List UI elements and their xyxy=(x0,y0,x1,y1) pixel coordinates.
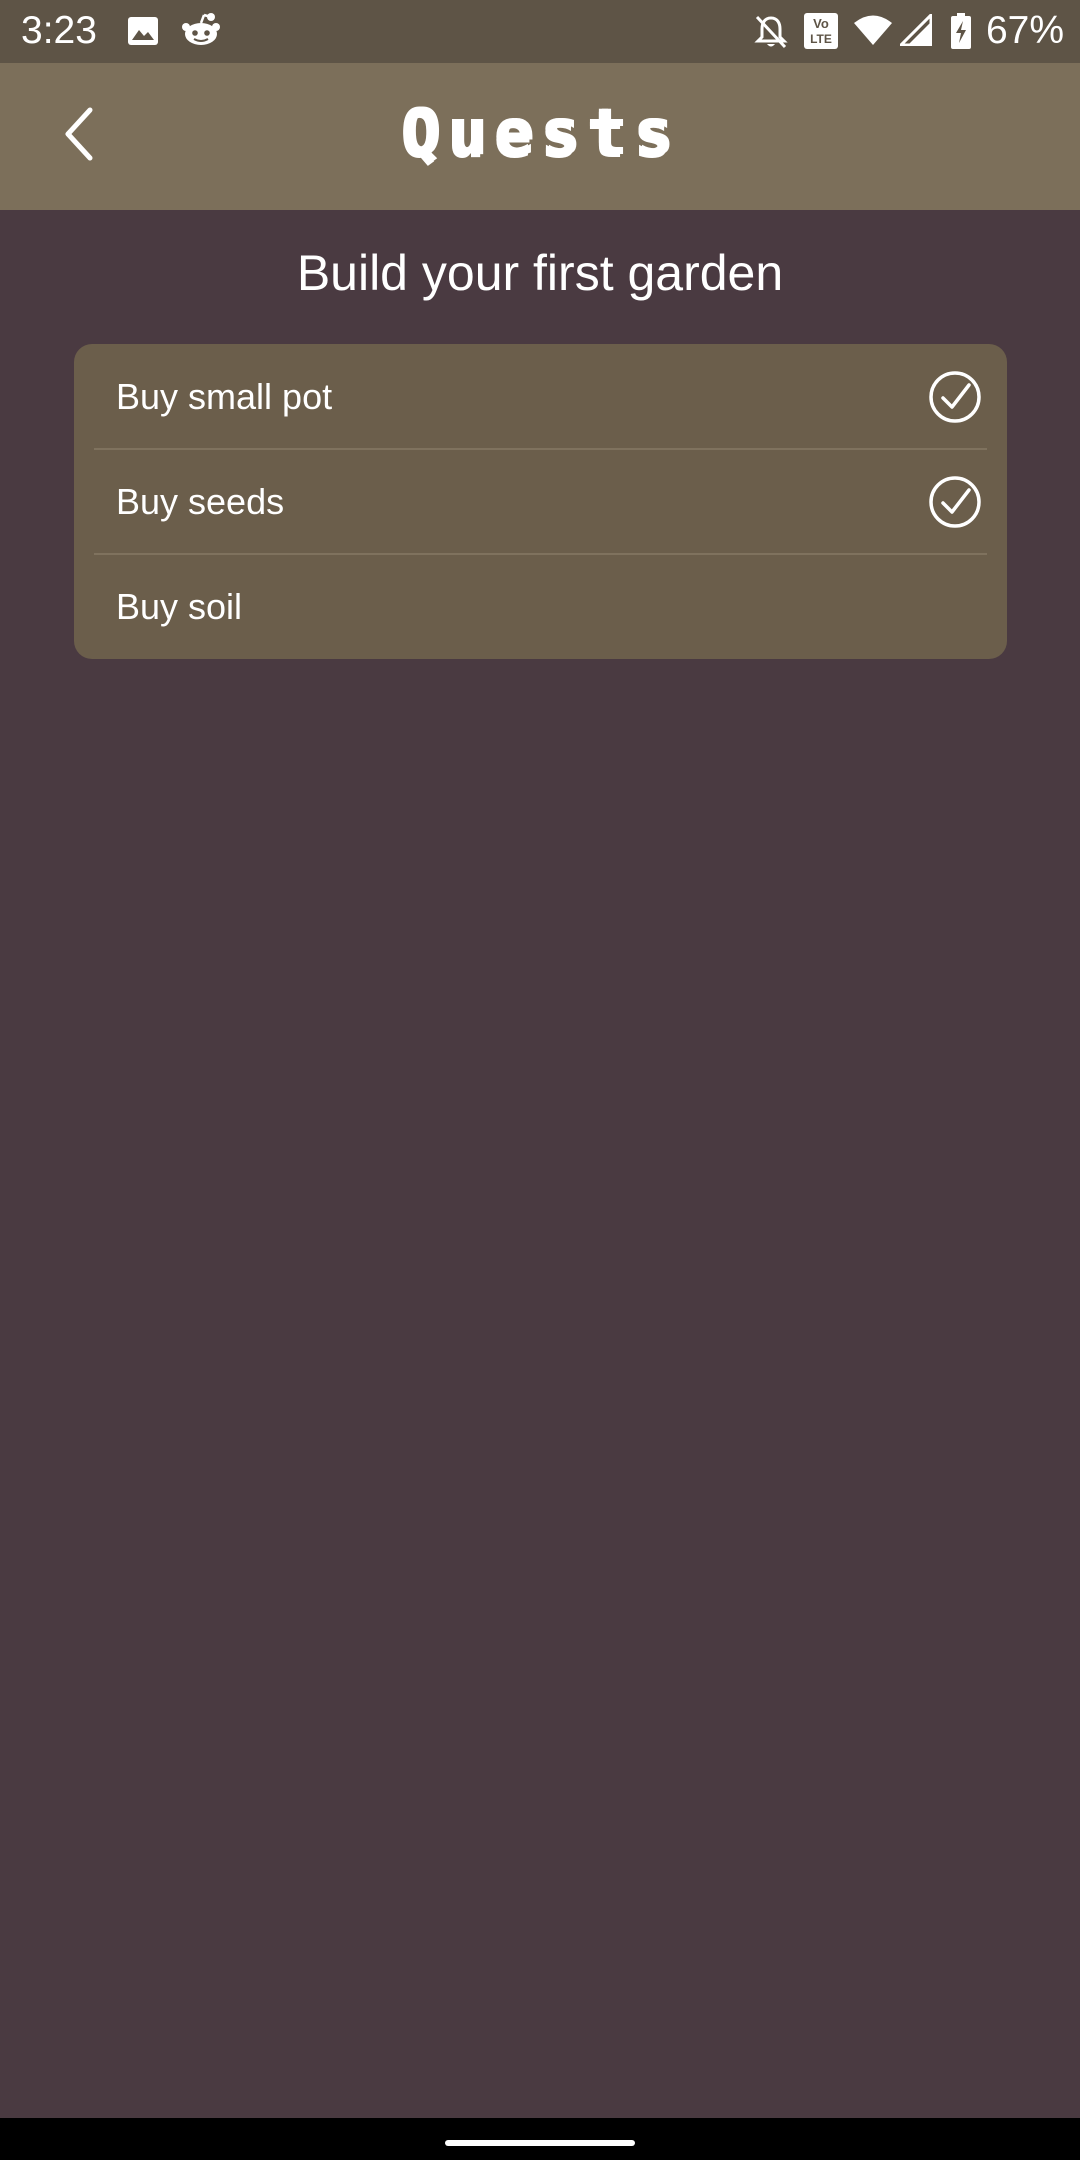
reddit-icon xyxy=(182,12,220,53)
navigation-bar xyxy=(0,2118,1080,2160)
quest-item-label: Buy small pot xyxy=(116,376,333,417)
page-title: Quests xyxy=(400,96,680,170)
quest-item-buy-seeds[interactable]: Buy seeds xyxy=(74,449,1007,554)
quest-item-label: Buy soil xyxy=(116,586,243,627)
signal-icon xyxy=(899,13,933,51)
svg-text:LTE: LTE xyxy=(810,32,832,46)
quest-item-buy-soil[interactable]: Buy soil xyxy=(74,554,1007,659)
quest-task-list: Buy small pot Buy seeds Buy soil xyxy=(74,344,1007,659)
volte-icon: Vo LTE xyxy=(803,12,839,55)
image-icon xyxy=(127,16,159,51)
notifications-off-icon xyxy=(754,14,788,55)
quest-item-label: Buy seeds xyxy=(116,481,285,522)
battery-charging-icon xyxy=(950,12,972,55)
wifi-icon xyxy=(853,14,893,51)
app-bar: Quests xyxy=(0,63,1080,210)
check-circle-icon xyxy=(928,475,982,529)
home-gesture-handle[interactable] xyxy=(445,2140,635,2146)
status-time: 3:23 xyxy=(21,9,97,52)
svg-text:Vo: Vo xyxy=(813,16,829,31)
quests-screen: 3:23 Vo LTE 67% Quests Build your first … xyxy=(0,0,1080,2160)
battery-percent: 67% xyxy=(985,9,1064,52)
check-circle-icon xyxy=(928,370,982,424)
quest-item-buy-small-pot[interactable]: Buy small pot xyxy=(74,344,1007,449)
status-bar: 3:23 Vo LTE 67% xyxy=(0,0,1080,63)
quest-title: Build your first garden xyxy=(296,245,784,301)
